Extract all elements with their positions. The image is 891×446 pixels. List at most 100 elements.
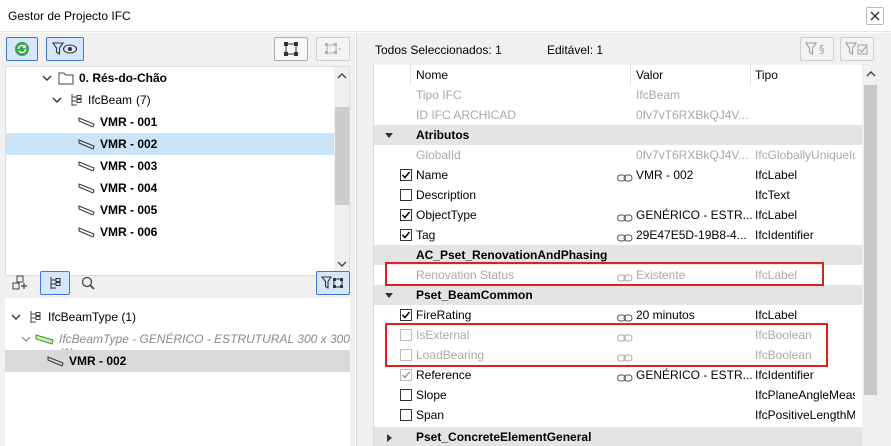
checkbox-unchecked[interactable]	[400, 409, 412, 421]
add-element-button[interactable]	[6, 271, 34, 295]
tree-row-element[interactable]: VMR - 006	[6, 221, 334, 243]
tree-row-element[interactable]: VMR - 003	[6, 155, 334, 177]
filter-eye-icon	[52, 42, 78, 56]
column-header-type[interactable]: Tipo	[755, 68, 778, 82]
chevron-down-icon[interactable]	[384, 290, 394, 304]
property-value[interactable]: 29E47E5D-19B8-4...	[636, 228, 747, 242]
property-name: Description	[416, 188, 477, 202]
chevron-right-icon[interactable]	[384, 432, 394, 446]
property-type: IfcLabel	[755, 208, 798, 222]
refresh-icon	[15, 42, 29, 56]
group-row-atributos[interactable]: Atributos	[374, 125, 862, 145]
highlight-box	[385, 262, 824, 286]
property-value[interactable]: GENÉRICO - ESTR...	[636, 368, 753, 382]
type-tree[interactable]: IfcBeamType (1) IfcBeamType - GENÉRICO -…	[5, 298, 350, 446]
property-row[interactable]: Description IfcText	[374, 185, 862, 205]
checkbox-unchecked[interactable]	[400, 189, 412, 201]
tree-row-label: IfcBeam	[88, 93, 133, 107]
property-name: Tag	[416, 228, 436, 242]
tree-scrollbar[interactable]	[334, 67, 349, 275]
filter-view-button[interactable]	[46, 37, 84, 61]
select-in-model-button[interactable]	[274, 37, 308, 61]
close-button[interactable]	[866, 7, 884, 25]
checkbox-unchecked[interactable]	[400, 389, 412, 401]
tree-row-element[interactable]: VMR - 001	[6, 111, 334, 133]
property-row[interactable]: Name VMR - 002 IfcLabel	[374, 165, 862, 185]
tree-row-element[interactable]: VMR - 004	[6, 177, 334, 199]
filter-select-button[interactable]	[316, 271, 350, 295]
group-row-concrete[interactable]: Pset_ConcreteElementGeneral	[374, 427, 862, 446]
column-header-value[interactable]: Valor	[636, 68, 663, 82]
properties-table[interactable]: Nome Valor Tipo Tipo IFC IfcBeam ID IFC …	[373, 65, 878, 446]
checkbox-checked[interactable]	[400, 369, 412, 381]
property-name: GlobalId	[416, 148, 461, 162]
property-type: IfcIdentifier	[755, 368, 814, 382]
property-row[interactable]: Reference GENÉRICO - ESTR... IfcIdentifi…	[374, 365, 862, 385]
window-title: Gestor de Projecto IFC	[8, 9, 131, 23]
filter-checked-button[interactable]	[840, 37, 874, 61]
property-name: ObjectType	[416, 208, 477, 222]
property-row[interactable]: ObjectType GENÉRICO - ESTR... IfcLabel	[374, 205, 862, 225]
tree-row-element-selected[interactable]: VMR - 002	[6, 133, 334, 155]
property-row[interactable]: Tag 29E47E5D-19B8-4... IfcIdentifier	[374, 225, 862, 245]
property-value[interactable]: VMR - 002	[636, 168, 693, 182]
refresh-button[interactable]	[6, 37, 38, 61]
property-type: IfcLabel	[755, 308, 798, 322]
group-row-beamcommon[interactable]: Pset_BeamCommon	[374, 285, 862, 305]
property-name: Span	[416, 408, 445, 422]
spatial-tree[interactable]: 0. Rés-do-Chão IfcBeam (7) VMR - 001 VMR…	[5, 66, 350, 276]
chevron-up-icon[interactable]	[865, 69, 877, 79]
property-row[interactable]: FireRating 20 minutos IfcLabel	[374, 305, 862, 325]
beam-icon	[78, 115, 96, 132]
tree-row-label: VMR - 003	[100, 159, 158, 173]
property-name: ID IFC ARCHICAD	[416, 108, 517, 122]
link-icon	[617, 371, 633, 385]
scrollbar-thumb[interactable]	[335, 107, 349, 205]
type-row-root[interactable]: IfcBeamType (1)	[5, 306, 350, 328]
properties-scrollbar[interactable]	[862, 65, 878, 446]
type-row-type[interactable]: IfcBeamType - GENÉRICO - ESTRUTURAL 300 …	[5, 328, 350, 360]
select-disabled-button[interactable]	[316, 37, 350, 61]
add-element-icon	[12, 275, 27, 290]
search-button[interactable]	[74, 271, 102, 295]
property-name: Slope	[416, 388, 447, 402]
tree-row-label: 0. Rés-do-Chão	[79, 71, 168, 85]
column-header-name[interactable]: Nome	[416, 68, 448, 82]
tree-row-element[interactable]: VMR - 005	[6, 199, 334, 221]
title-bar: Gestor de Projecto IFC	[0, 0, 891, 32]
property-value[interactable]: 20 minutos	[636, 308, 695, 322]
type-row-element-selected[interactable]: VMR - 002	[5, 350, 350, 372]
group-name: Pset_ConcreteElementGeneral	[416, 430, 592, 444]
property-row[interactable]: Slope IfcPlaneAngleMeasure	[374, 385, 862, 405]
filter-select-icon	[321, 276, 343, 289]
tree-row-label: VMR - 002	[100, 137, 158, 151]
property-row: Tipo IFC IfcBeam	[374, 85, 862, 105]
tree-view-button[interactable]	[40, 271, 70, 295]
chevron-down-icon[interactable]	[42, 72, 52, 86]
checkbox-checked[interactable]	[400, 309, 412, 321]
tree-row-storey[interactable]: 0. Rés-do-Chão	[6, 67, 334, 89]
property-value[interactable]: GENÉRICO - ESTR...	[636, 208, 753, 222]
chevron-down-icon[interactable]	[52, 94, 62, 108]
tree-icon	[68, 92, 84, 111]
checkbox-checked[interactable]	[400, 229, 412, 241]
beam-green-icon	[35, 332, 55, 349]
filter-pset-button[interactable]: §	[800, 37, 834, 61]
chevron-down-icon[interactable]	[21, 333, 31, 347]
scrollbar-thumb[interactable]	[864, 85, 877, 395]
group-name: Atributos	[416, 128, 470, 142]
chevron-down-icon[interactable]	[336, 259, 348, 269]
beam-icon	[78, 159, 96, 176]
property-row[interactable]: Span IfcPositiveLengthMeasure	[374, 405, 862, 425]
table-header: Nome Valor Tipo	[374, 65, 862, 85]
chevron-down-icon[interactable]	[11, 311, 21, 325]
checkbox-checked[interactable]	[400, 209, 412, 221]
tree-row-ifcbeam[interactable]: IfcBeam (7)	[6, 89, 334, 111]
checkbox-checked[interactable]	[400, 169, 412, 181]
property-row: GlobalId 0fv7vT6RXBkQJ4V... IfcGloballyU…	[374, 145, 862, 165]
property-name: FireRating	[416, 308, 472, 322]
chevron-down-icon[interactable]	[384, 130, 394, 144]
chevron-up-icon[interactable]	[336, 71, 348, 81]
search-icon	[81, 276, 95, 290]
svg-text:§: §	[819, 43, 825, 56]
